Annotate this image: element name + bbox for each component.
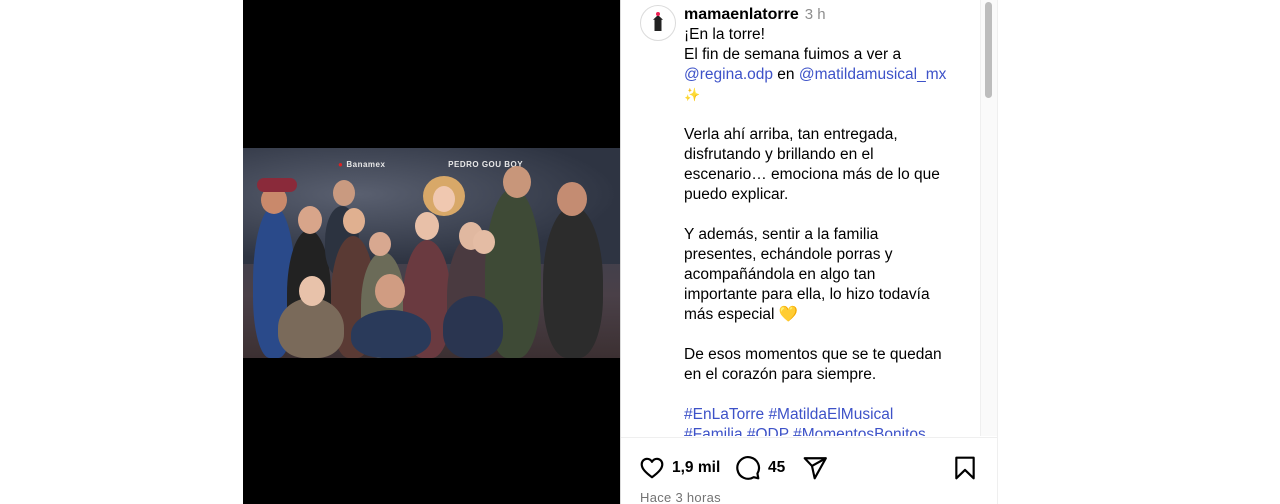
bookmark-action xyxy=(952,455,978,481)
sponsor-logo: ● Banamex PEDRO GOU BOY xyxy=(338,160,523,169)
sparkle-emoji: ✨ xyxy=(684,87,701,102)
posted-ago[interactable]: Hace 3 horas xyxy=(640,490,721,504)
person-head xyxy=(433,186,455,212)
caption-line: Y además, sentir a la familia xyxy=(684,226,879,243)
caption-line: Verla ahí arriba, tan entregada, xyxy=(684,126,898,143)
post-media[interactable]: ● Banamex PEDRO GOU BOY xyxy=(243,0,620,504)
person-head xyxy=(298,206,322,234)
post-photo[interactable]: ● Banamex PEDRO GOU BOY xyxy=(243,148,620,358)
caption-line: ¡En la torre! xyxy=(684,26,765,43)
scrollbar-thumb[interactable] xyxy=(985,2,992,98)
scrollbar[interactable] xyxy=(980,0,997,436)
instagram-post-view: ● Banamex PEDRO GOU BOY mamaenlatorre 3 … xyxy=(0,0,1280,504)
caption-line: disfrutando y brillando en el xyxy=(684,146,874,163)
avatar-dot xyxy=(656,12,660,16)
person-head xyxy=(557,182,587,216)
person-figure xyxy=(543,206,603,358)
bookmark-icon[interactable] xyxy=(952,455,978,481)
caption-text: más especial xyxy=(684,306,775,323)
tower-icon xyxy=(653,15,663,31)
person-figure xyxy=(351,310,431,358)
caption-line: puedo explicar. xyxy=(684,186,789,203)
mention-link[interactable]: @matildamusical_mx xyxy=(799,66,947,83)
caption-line: importante para ella, lo hizo todavía xyxy=(684,286,930,303)
post-caption: mamaenlatorre 3 h ¡En la torre! El fin de… xyxy=(684,5,974,436)
like-count[interactable]: 1,9 mil xyxy=(672,459,720,477)
person-figure xyxy=(443,296,503,358)
caption-line: presentes, echándole porras y xyxy=(684,246,893,263)
comment-icon[interactable] xyxy=(735,455,761,481)
person-figure xyxy=(278,298,344,358)
person-figure xyxy=(257,178,297,192)
share-action xyxy=(802,455,828,481)
profile-avatar[interactable] xyxy=(640,5,676,41)
comment-count[interactable]: 45 xyxy=(768,459,785,477)
sponsor-mark-icon: ● xyxy=(338,160,344,169)
person-head xyxy=(473,230,495,254)
share-icon[interactable] xyxy=(802,455,828,481)
caption-line: El fin de semana fuimos a ver a xyxy=(684,46,902,63)
person-head xyxy=(375,274,405,308)
caption-scroll-area[interactable]: mamaenlatorre 3 h ¡En la torre! El fin de… xyxy=(621,0,979,436)
caption-line: @regina.odp en @matildamusical_mx xyxy=(684,65,974,85)
caption-text: en xyxy=(773,66,799,83)
person-head xyxy=(333,180,355,206)
person-head xyxy=(369,232,391,256)
caption-line: en el corazón para siempre. xyxy=(684,366,877,383)
caption-line: acompañándola en algo tan xyxy=(684,266,876,283)
post-details-panel: mamaenlatorre 3 h ¡En la torre! El fin de… xyxy=(620,0,998,504)
caption-line: De esos momentos que se te quedan xyxy=(684,346,942,363)
person-head xyxy=(343,208,365,234)
mention-link[interactable]: @regina.odp xyxy=(684,66,773,83)
post-time[interactable]: 3 h xyxy=(805,6,826,23)
hashtag-line[interactable]: #Familia #ODP #MomentosBonitos xyxy=(684,425,974,436)
heart-icon[interactable] xyxy=(639,455,665,481)
comment-action: 45 xyxy=(735,455,785,481)
caption-line: ✨ xyxy=(684,85,974,105)
person-head xyxy=(503,166,531,198)
person-head xyxy=(415,212,439,240)
action-bar: 1,9 mil 45 Hace 3 horas xyxy=(621,437,997,504)
person-head xyxy=(299,276,325,306)
sponsor-name: Banamex xyxy=(346,160,386,169)
caption-header: mamaenlatorre 3 h xyxy=(684,5,974,25)
caption-line: escenario… emociona más de lo que xyxy=(684,166,940,183)
like-action: 1,9 mil xyxy=(639,455,720,481)
hashtag-line[interactable]: #EnLaTorre #MatildaElMusical xyxy=(684,405,974,425)
yellow-heart-emoji: 💛 xyxy=(778,306,799,323)
username-link[interactable]: mamaenlatorre xyxy=(684,6,799,23)
caption-line: más especial 💛 xyxy=(684,305,974,325)
